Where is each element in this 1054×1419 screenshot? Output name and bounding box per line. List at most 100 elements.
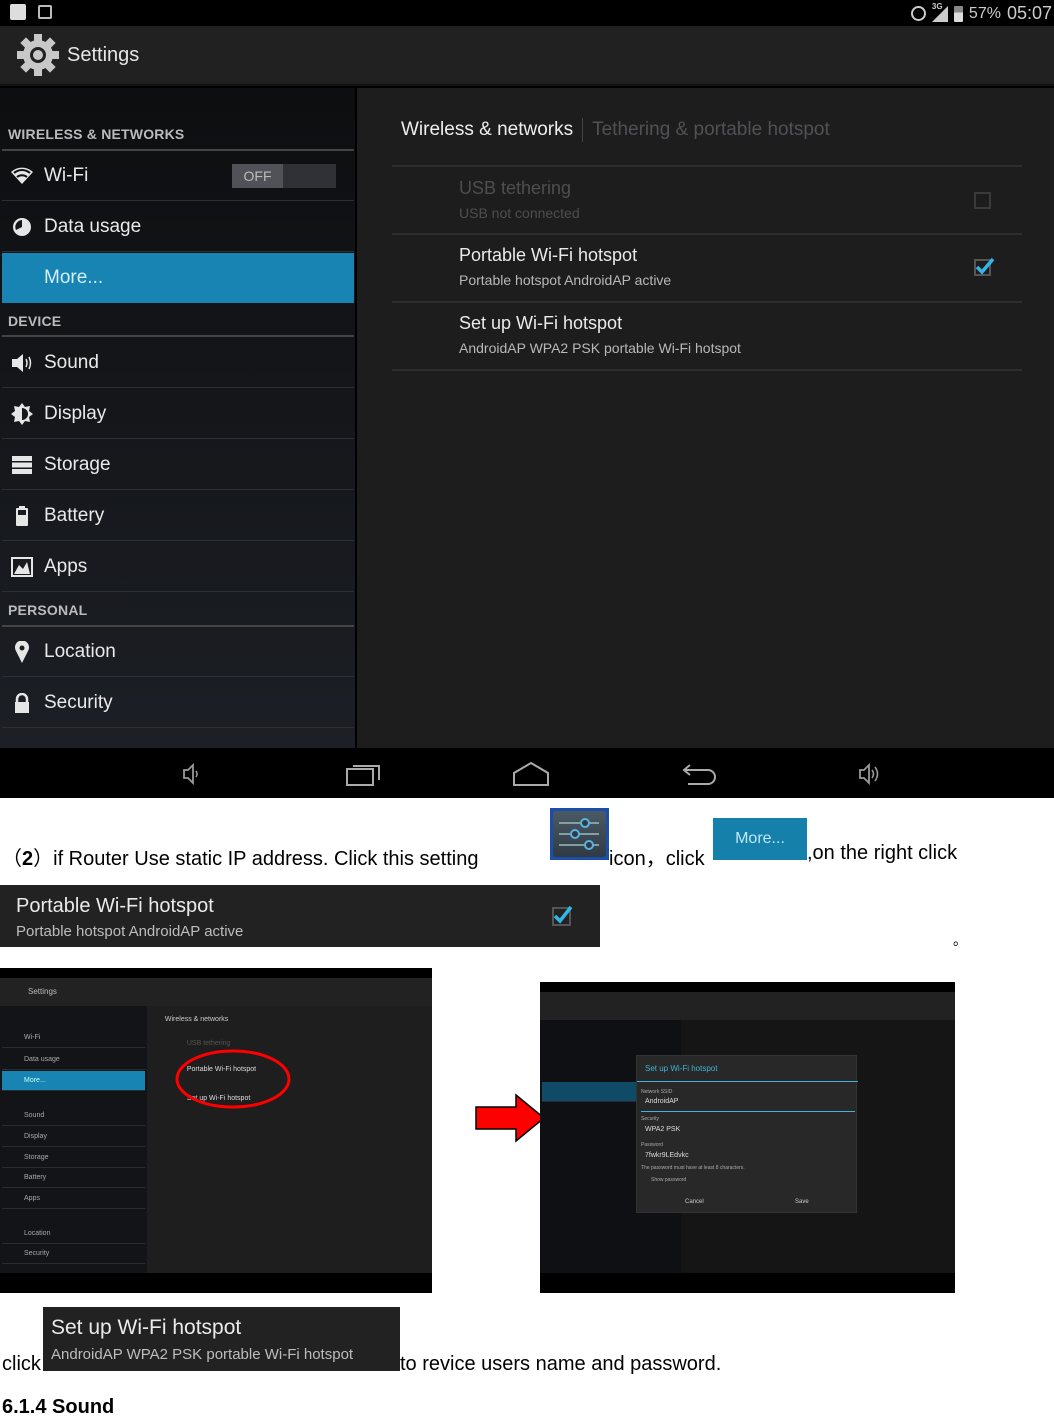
step-number: 2 xyxy=(22,848,34,870)
details-pane: Wireless & networks Tethering & portable… xyxy=(357,88,1054,748)
cancel-button[interactable]: Cancel xyxy=(685,1199,704,1205)
picture-icon xyxy=(38,5,52,19)
pref-title: USB tethering xyxy=(459,178,572,198)
sidebar-item-location[interactable]: Location xyxy=(2,627,354,677)
save-button[interactable]: Save xyxy=(795,1199,809,1205)
wifi-icon xyxy=(11,165,33,187)
show-password-checkbox[interactable]: Show password xyxy=(651,1177,686,1183)
settings-sidebar: WIRELESS & NETWORKS Wi-Fi OFF Data usage… xyxy=(0,88,355,748)
divider xyxy=(2,335,354,337)
sidebar-item-data-usage[interactable]: Data usage xyxy=(2,202,354,252)
sidebar-item-more[interactable]: More... xyxy=(2,253,354,303)
back-icon[interactable] xyxy=(680,760,720,788)
sidebar-item-label: Wi-Fi xyxy=(44,164,89,186)
thumb-action-bar xyxy=(540,992,955,1020)
thumb-row: Display xyxy=(2,1127,145,1147)
ssid-underline xyxy=(641,1111,855,1112)
thumb-row: Sound xyxy=(2,1106,145,1126)
snippet-summary: Portable hotspot AndroidAP active xyxy=(16,923,244,940)
sidebar-item-storage[interactable]: Storage xyxy=(2,440,354,490)
thumb-row: Wi-Fi xyxy=(2,1028,145,1048)
divider xyxy=(392,369,1022,371)
snippet-title: Set up Wi-Fi hotspot xyxy=(51,1316,242,1339)
divider xyxy=(392,165,1022,167)
tab-wireless-networks[interactable]: Wireless & networks xyxy=(401,119,573,141)
thumb-main: Wireless & networks USB tethering Portab… xyxy=(146,1006,432,1273)
dialog-title-divider xyxy=(637,1081,858,1082)
battery-icon xyxy=(953,5,963,22)
section-header-device: DEVICE xyxy=(8,313,62,329)
battery-percent: 57% xyxy=(968,4,1001,22)
sidebar-item-label: Sound xyxy=(44,351,99,373)
home-icon[interactable] xyxy=(511,760,551,788)
hotspot-checkbox[interactable] xyxy=(974,257,995,276)
alarm-icon xyxy=(910,6,926,21)
sidebar-item-label: Data usage xyxy=(44,215,142,237)
thumb-pref: USB tethering xyxy=(186,1040,231,1047)
usb-tethering-checkbox[interactable] xyxy=(974,192,991,209)
signal-icon: 3G xyxy=(931,2,948,22)
pref-portable-hotspot[interactable]: Portable Wi-Fi hotspot Portable hotspot … xyxy=(392,235,1022,301)
password-input[interactable]: 7fwkr9LEdvkc xyxy=(645,1152,689,1159)
sidebar-item-label: More... xyxy=(44,267,104,288)
volume-down-icon[interactable] xyxy=(172,760,212,788)
screenshot-thumbnail-settings: Settings Wireless & networks USB tetheri… xyxy=(0,968,432,1293)
settings-screenshot: 3G 57% 05:07 Settings WIRELESS & NETWORK… xyxy=(0,0,1054,798)
security-select[interactable]: WPA2 PSK xyxy=(645,1126,680,1133)
recent-apps-icon[interactable] xyxy=(344,760,384,788)
screenshot-thumbnail-dialog: Set up Wi-Fi hotspot Network SSID Androi… xyxy=(540,982,955,1293)
sidebar-item-battery[interactable]: Battery xyxy=(2,491,354,541)
pref-title: Portable Wi-Fi hotspot xyxy=(459,245,638,265)
app-title: Settings xyxy=(67,44,140,66)
brightness-icon xyxy=(11,402,33,425)
sliders-icon xyxy=(559,818,599,850)
click-word: click xyxy=(2,1353,41,1375)
period-mark: 。 xyxy=(953,932,967,948)
pref-usb-tethering[interactable]: USB tethering USB not connected xyxy=(392,168,1022,234)
snippet-summary: AndroidAP WPA2 PSK portable Wi-Fi hotspo… xyxy=(51,1346,354,1363)
ssid-input[interactable]: AndroidAP xyxy=(645,1098,678,1105)
red-arrow-icon xyxy=(475,1093,546,1143)
section-header-personal: PERSONAL xyxy=(8,602,88,618)
sidebar-item-label: Battery xyxy=(44,504,105,526)
password-hint: The password must have at least 8 charac… xyxy=(641,1165,745,1171)
sidebar-item-apps[interactable]: Apps xyxy=(2,542,354,592)
thumb-status-bar xyxy=(0,968,432,978)
sidebar-item-display[interactable]: Display xyxy=(2,389,354,439)
tab-tethering-hotspot[interactable]: Tethering & portable hotspot xyxy=(592,119,830,141)
gear-icon[interactable] xyxy=(15,32,61,78)
dialog-title: Set up Wi-Fi hotspot xyxy=(645,1064,718,1073)
thumb-row: Security xyxy=(2,1244,145,1264)
snippet-title: Portable Wi-Fi hotspot xyxy=(16,895,214,917)
thumb-tab: Wireless & networks xyxy=(164,1016,229,1023)
instruction-text-end: to revice users name and password. xyxy=(400,1353,722,1375)
location-pin-icon xyxy=(11,640,33,663)
checkmark-icon xyxy=(975,257,995,275)
data-usage-icon xyxy=(11,216,33,238)
thumb-row: Apps xyxy=(2,1189,145,1209)
setup-hotspot-dialog: Set up Wi-Fi hotspot Network SSID Androi… xyxy=(636,1055,858,1213)
wifi-toggle[interactable]: OFF xyxy=(232,164,336,188)
pref-setup-hotspot[interactable]: Set up Wi-Fi hotspot AndroidAP WPA2 PSK … xyxy=(392,303,1022,369)
thumb-status-bar xyxy=(540,982,955,992)
tab-separator xyxy=(582,118,584,142)
volume-up-icon[interactable] xyxy=(850,760,890,788)
thumb-nav-bar xyxy=(540,1273,955,1293)
sidebar-item-wifi[interactable]: Wi-Fi OFF xyxy=(2,151,354,201)
sidebar-item-label: Security xyxy=(44,691,113,713)
section-header-wireless: WIRELESS & NETWORKS xyxy=(8,126,185,142)
thumb-row: Location xyxy=(2,1224,145,1244)
thumb-row: Battery xyxy=(2,1168,145,1188)
thumb-title: Settings xyxy=(28,987,57,996)
sidebar-item-sound[interactable]: Sound xyxy=(2,338,354,388)
pref-summary: USB not connected xyxy=(459,205,580,221)
pref-title: Set up Wi-Fi hotspot xyxy=(459,313,623,333)
instruction-text-right: ,on the right click xyxy=(807,842,958,864)
instruction-step-2: （2）if Router Use static IP address. Clic… xyxy=(2,842,478,871)
portable-hotspot-snippet: Portable Wi-Fi hotspot Portable hotspot … xyxy=(0,885,600,947)
apps-icon xyxy=(11,556,33,578)
thumb-nav-bar xyxy=(0,1273,432,1293)
sidebar-item-label: Apps xyxy=(44,555,88,577)
password-label: Password xyxy=(641,1142,663,1148)
sidebar-item-security[interactable]: Security xyxy=(2,678,354,728)
